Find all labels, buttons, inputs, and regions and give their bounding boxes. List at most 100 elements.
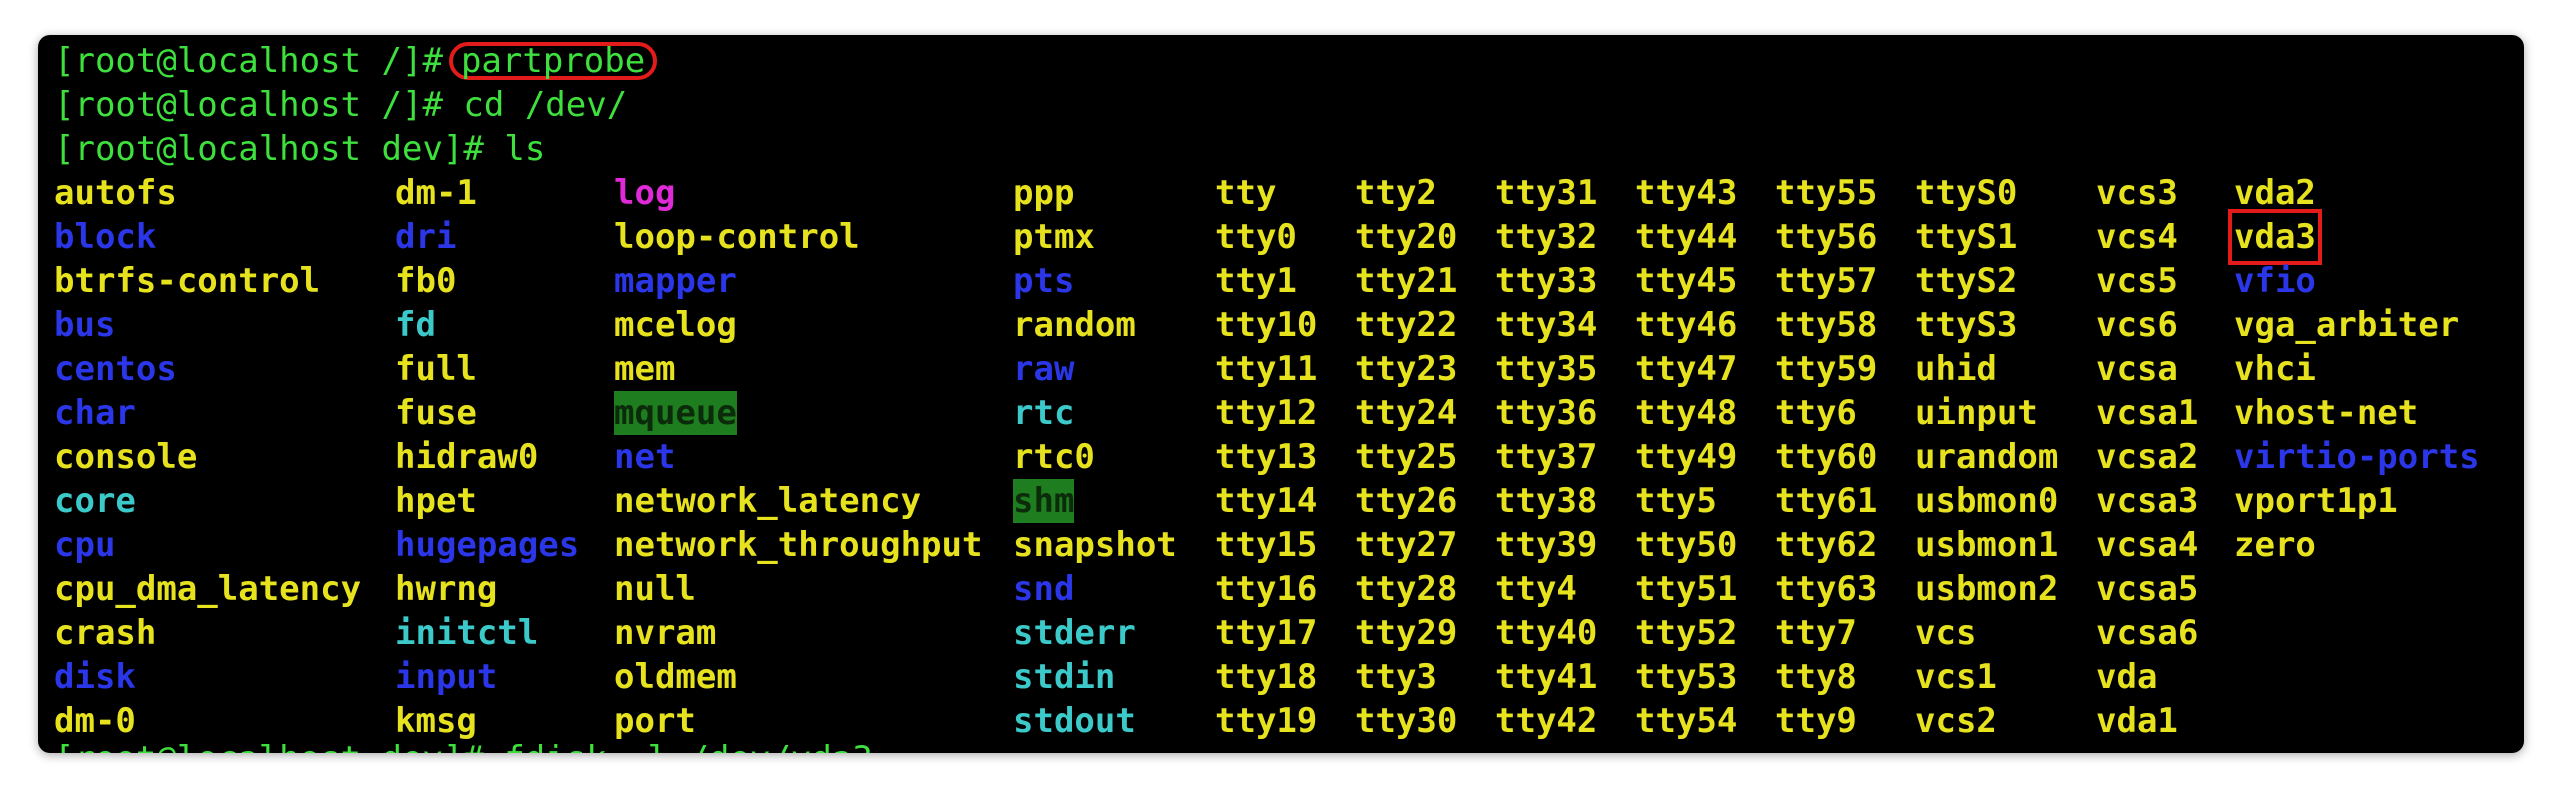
dev-entry: fd [395,305,436,345]
dev-entry: ppp [1013,173,1075,213]
dev-entry: vcs [1915,613,1977,653]
dev-entry: tty62 [1775,525,1878,565]
dev-entry: vcsa4 [2096,525,2199,565]
dev-entry: stdout [1013,701,1136,741]
dev-entry: tty38 [1495,481,1598,521]
dev-entry: hpet [395,481,477,521]
dev-entry: tty35 [1495,349,1598,389]
dev-entry: tty63 [1775,569,1878,609]
dev-entry: core [54,481,136,521]
dev-entry: cpu_dma_latency [54,569,362,609]
dev-entry: tty34 [1495,305,1598,345]
prompt-text: [root@localhost /]# [54,41,443,81]
dev-entry: virtio-ports [2234,437,2480,477]
dev-entry: tty12 [1215,393,1318,433]
dev-entry: vcs5 [2096,261,2178,301]
dev-entry: null [614,569,696,609]
dev-entry: tty17 [1215,613,1318,653]
command-ls: ls [504,129,546,169]
dev-entry: tty1 [1215,261,1297,301]
dev-entry: mcelog [614,305,737,345]
dev-entry: uhid [1915,349,1997,389]
dev-entry: full [395,349,477,389]
dev-entry: vcsa5 [2096,569,2199,609]
dev-entry: tty22 [1355,305,1458,345]
dev-entry: stdin [1013,657,1116,697]
dev-entry: tty60 [1775,437,1878,477]
dev-entry: tty28 [1355,569,1458,609]
dev-entry: uinput [1915,393,2038,433]
dev-entry: vfio [2234,261,2316,301]
dev-entry: hwrng [395,569,498,609]
dev-entry: crash [54,613,157,653]
dev-entry: mem [614,349,676,389]
dev-entry: net [614,437,676,477]
dev-entry: centos [54,349,177,389]
dev-entry: vda3 [2228,209,2322,265]
dev-entry: tty57 [1775,261,1878,301]
dev-entry: dm-1 [395,173,477,213]
dev-entry: shm [1013,479,1075,523]
dev-entry: vcs1 [1915,657,1997,697]
dev-entry: btrfs-control [54,261,321,301]
dev-entry: char [54,393,136,433]
dev-entry: tty41 [1495,657,1598,697]
terminal-window[interactable]: [root@localhost /]# partprobe [root@local… [38,35,2524,753]
dev-entry: tty30 [1355,701,1458,741]
dev-entry: network_latency [614,481,922,521]
dev-entry: tty27 [1355,525,1458,565]
dev-entry: tty2 [1355,173,1437,213]
dev-entry: tty59 [1775,349,1878,389]
dev-entry: random [1013,305,1136,345]
prompt-line-1: [root@localhost /]# partprobe [54,39,658,83]
dev-entry: ttyS3 [1915,305,2018,345]
dev-entry: loop-control [614,217,860,257]
dev-entry: tty4 [1495,569,1577,609]
dev-entry: tty23 [1355,349,1458,389]
dev-entry: vcsa6 [2096,613,2199,653]
dev-entry: mqueue [614,391,737,435]
dev-entry: tty49 [1635,437,1738,477]
dev-entry: ttyS0 [1915,173,2018,213]
dev-entry: tty48 [1635,393,1738,433]
dev-entry: cpu [54,525,116,565]
dev-entry: tty47 [1635,349,1738,389]
command-cd: cd /dev/ [463,85,628,125]
dev-entry: tty55 [1775,173,1878,213]
dev-entry: vport1p1 [2234,481,2398,521]
dev-entry: vhci [2234,349,2316,389]
dev-entry: console [54,437,198,477]
dev-entry: tty6 [1775,393,1857,433]
partial-prompt-line: [root@localhost dev]# fdisk -l /dev/vda3 [54,737,873,753]
dev-entry: rtc [1013,393,1075,433]
dev-entry: vcs6 [2096,305,2178,345]
dev-entry: usbmon2 [1915,569,2059,609]
dev-entry: fb0 [395,261,457,301]
dev-entry: tty20 [1355,217,1458,257]
dev-entry: tty26 [1355,481,1458,521]
dev-entry: tty29 [1355,613,1458,653]
dev-entry: tty54 [1635,701,1738,741]
dev-entry: tty16 [1215,569,1318,609]
dev-entry: tty9 [1775,701,1857,741]
dev-entry: autofs [54,173,177,213]
dev-entry: tty3 [1355,657,1437,697]
dev-entry: snapshot [1013,525,1177,565]
dev-entry: vga_arbiter [2234,305,2460,345]
dev-entry: nvram [614,613,717,653]
dev-entry: tty51 [1635,569,1738,609]
dev-entry: vcs4 [2096,217,2178,257]
dev-entry: tty58 [1775,305,1878,345]
dev-entry: network_throughput [614,525,983,565]
dev-entry: tty7 [1775,613,1857,653]
dev-entry: urandom [1915,437,2059,477]
dev-entry: tty33 [1495,261,1598,301]
dev-entry: ttyS2 [1915,261,2018,301]
dev-entry: tty11 [1215,349,1318,389]
dev-entry: tty56 [1775,217,1878,257]
dev-entry: log [614,173,676,213]
dev-entry: vda2 [2234,173,2316,213]
dev-entry: block [54,217,157,257]
dev-entry: tty25 [1355,437,1458,477]
dev-entry: tty46 [1635,305,1738,345]
